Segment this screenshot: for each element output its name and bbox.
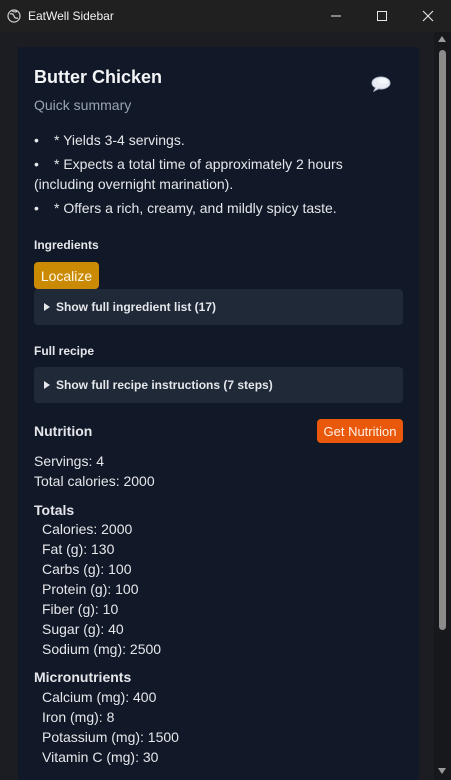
nutrient-row: Calories: 2000 xyxy=(42,521,133,537)
close-button[interactable] xyxy=(405,0,451,32)
scroll-down-arrow-icon[interactable] xyxy=(438,768,446,774)
nutrient-row: Iron (mg): 8 xyxy=(42,709,115,725)
totals-heading: Totals xyxy=(34,502,75,518)
summary-item: • * Offers a rich, creamy, and mildly spi… xyxy=(34,200,337,216)
nutrient-row: Fiber (g): 10 xyxy=(42,601,119,617)
disclosure-triangle-icon xyxy=(44,303,50,311)
globe-icon xyxy=(6,8,22,24)
nutrient-row: Carbs (g): 100 xyxy=(42,561,132,577)
micronutrients-heading: Micronutrients xyxy=(34,669,132,685)
micronutrients-list: Calcium (mg): 400 Iron (mg): 8 Potassium… xyxy=(42,687,179,767)
recipe-panel: Butter Chicken Quick summary • * Yields 3… xyxy=(18,47,419,780)
recipe-instructions-toggle-label: Show full recipe instructions (7 steps) xyxy=(56,378,273,392)
recipe-instructions-toggle[interactable]: Show full recipe instructions (7 steps) xyxy=(34,367,403,403)
close-icon xyxy=(422,10,434,22)
maximize-button[interactable] xyxy=(359,0,405,32)
servings-text: Servings: 4 xyxy=(34,453,105,469)
nutrient-row: Calcium (mg): 400 xyxy=(42,689,157,705)
speech-bubble-icon[interactable] xyxy=(370,75,392,93)
nutrition-heading: Nutrition xyxy=(34,423,93,439)
nutrient-row: Potassium (mg): 1500 xyxy=(42,729,179,745)
summary-item: • * Expects a total time of approximately… xyxy=(34,156,343,192)
localize-button[interactable]: Localize xyxy=(34,262,99,289)
totals-list: Calories: 2000 Fat (g): 130 Carbs (g): 1… xyxy=(42,519,161,659)
summary-item: • * Yields 3-4 servings. xyxy=(34,132,185,148)
scrollbar-thumb[interactable] xyxy=(439,50,446,630)
minimize-button[interactable] xyxy=(313,0,359,32)
vertical-scrollbar[interactable] xyxy=(434,32,451,780)
recipe-subtitle: Quick summary xyxy=(34,97,132,113)
nutrient-row: Sugar (g): 40 xyxy=(42,621,124,637)
nutrient-row: Fat (g): 130 xyxy=(42,541,115,557)
get-nutrition-button[interactable]: Get Nutrition xyxy=(317,419,403,443)
nutrient-row: Vitamin C (mg): 30 xyxy=(42,749,159,765)
window-titlebar: EatWell Sidebar xyxy=(0,0,451,32)
window-title: EatWell Sidebar xyxy=(28,9,114,23)
ingredient-list-toggle[interactable]: Show full ingredient list (17) xyxy=(34,289,403,325)
maximize-icon xyxy=(377,11,387,21)
recipe-title: Butter Chicken xyxy=(34,67,163,87)
minimize-icon xyxy=(331,15,341,17)
nutrient-row: Sodium (mg): 2500 xyxy=(42,641,162,657)
full-recipe-heading: Full recipe xyxy=(34,344,95,358)
disclosure-triangle-icon xyxy=(44,381,50,389)
ingredients-heading: Ingredients xyxy=(34,238,99,252)
scroll-up-arrow-icon[interactable] xyxy=(438,36,446,42)
summary-list: • * Yields 3-4 servings. • * Expects a tot… xyxy=(34,130,404,222)
total-calories-text: Total calories: 2000 xyxy=(34,473,155,489)
nutrient-row: Protein (g): 100 xyxy=(42,581,139,597)
ingredient-list-toggle-label: Show full ingredient list (17) xyxy=(56,300,217,314)
